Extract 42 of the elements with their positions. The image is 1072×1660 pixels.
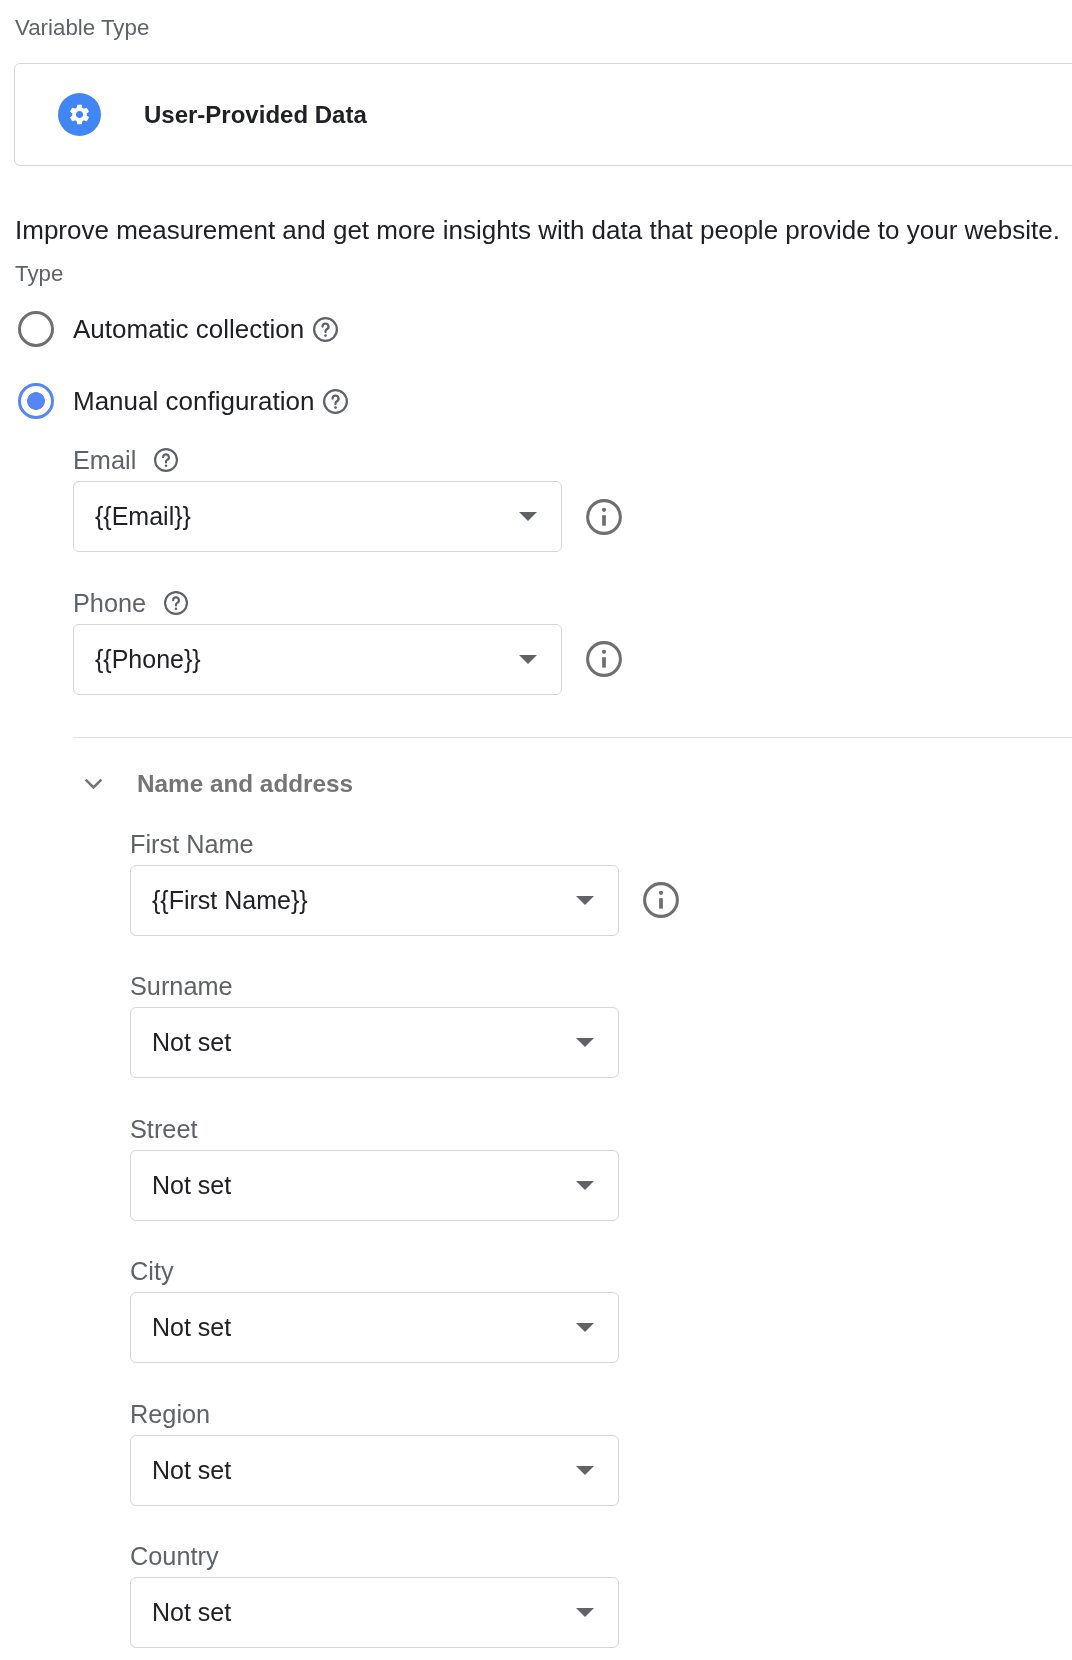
field-label: Region <box>130 1398 211 1429</box>
radio-label[interactable]: Automatic collection <box>73 313 305 345</box>
field-label: First Name <box>130 828 254 859</box>
section-label: Variable Type <box>15 15 150 41</box>
info-icon[interactable] <box>586 641 622 677</box>
variable-type-title: User-Provided Data <box>144 100 367 129</box>
select-field[interactable]: Not set <box>130 1292 619 1363</box>
help-icon[interactable] <box>313 316 339 342</box>
field-label: City <box>130 1256 174 1286</box>
radio-button[interactable] <box>18 311 54 347</box>
select-field[interactable]: {{First Name}} <box>130 864 619 936</box>
info-icon[interactable] <box>586 498 622 535</box>
caret-icon <box>519 512 537 521</box>
field-label: Email <box>73 445 137 475</box>
help-icon[interactable] <box>164 590 189 615</box>
select-field[interactable]: Not set <box>130 1434 619 1506</box>
field-label: Surname <box>130 971 233 1001</box>
help-icon[interactable] <box>323 388 349 414</box>
description-text: Improve measurement and get more insights with data that people provide to your website. <box>15 214 1060 246</box>
select-field[interactable]: {{Phone}} <box>73 623 562 695</box>
section-header[interactable]: Name and address <box>73 763 354 804</box>
variable-type-card[interactable]: User-Provided Data <box>14 63 1072 166</box>
field-label: Street <box>130 1113 198 1144</box>
caret-icon <box>576 1608 594 1617</box>
info-icon[interactable] <box>643 882 679 918</box>
caret-icon <box>576 1038 594 1047</box>
select-field[interactable]: {{Email}} <box>73 481 562 552</box>
caret-icon <box>576 1180 594 1190</box>
help-icon[interactable] <box>154 448 179 472</box>
radio-button[interactable] <box>18 383 54 419</box>
select-field[interactable]: Not set <box>130 1007 619 1078</box>
caret-icon <box>576 1323 594 1332</box>
field-label: Country <box>130 1541 219 1571</box>
gear-icon <box>58 93 101 136</box>
select-field[interactable]: Not set <box>130 1149 619 1221</box>
select-field[interactable]: Not set <box>130 1577 619 1648</box>
caret-icon <box>576 895 594 905</box>
radio-label[interactable]: Manual configuration <box>73 385 315 417</box>
caret-icon <box>576 1465 594 1475</box>
caret-icon <box>519 654 537 664</box>
field-label: Phone <box>73 587 147 618</box>
field-label: Type <box>15 261 64 287</box>
